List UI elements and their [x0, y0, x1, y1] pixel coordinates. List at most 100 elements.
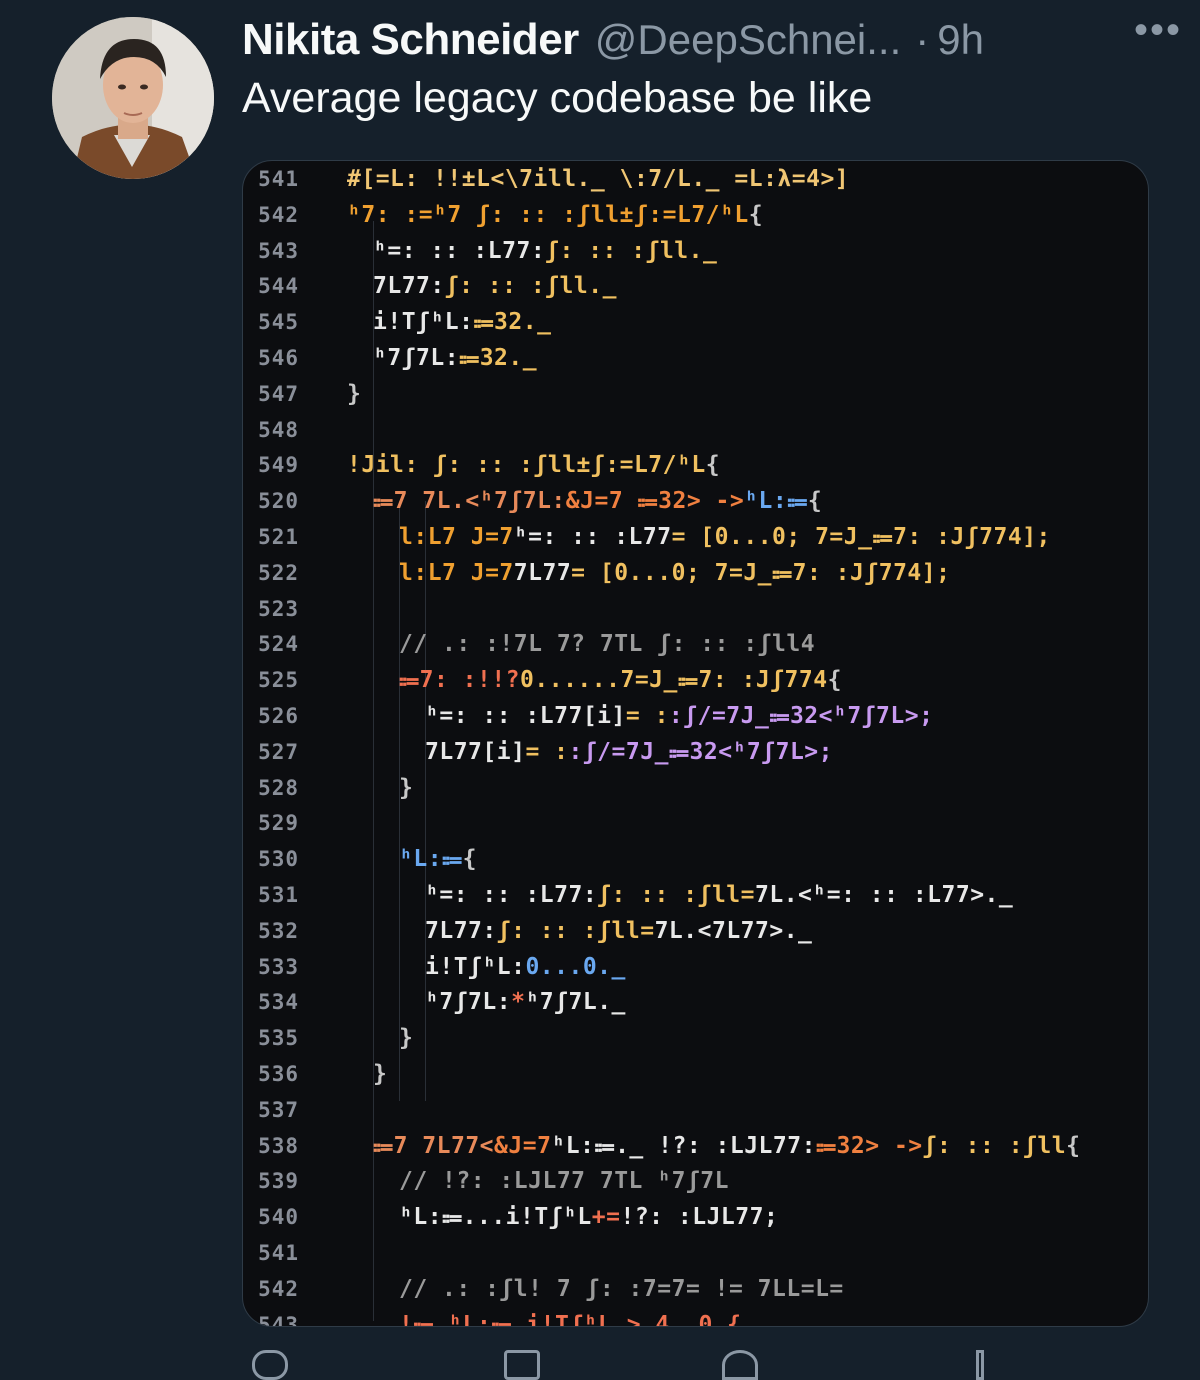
- code-token: ⩴32._: [473, 309, 552, 336]
- avatar-photo: [52, 17, 214, 179]
- code-line: 537: [243, 1092, 1148, 1128]
- code-line: 541 #[=L: !!±L<\7ill._ \:7/L._ =L:λ=4>]: [243, 161, 1148, 197]
- code-token: ʰ=: :: :L77[i]: [425, 703, 626, 729]
- code-line: 543 ʰ=: :: :L77: ʃ: :: :ʃll._: [243, 233, 1148, 269]
- code-token: ⩴32._: [459, 345, 538, 371]
- code-line: 545 i!TʃʰL: ⩴32._: [243, 304, 1148, 340]
- code-line: 547}: [243, 376, 1148, 412]
- code-line: 542 // .: :ʃl! 7 ʃ: :7=7= != 7LL=L=: [243, 1271, 1148, 1307]
- code-token: ʰ7ʃ7L:: [373, 345, 460, 371]
- line-number: 535: [258, 1026, 299, 1051]
- code-token: i!TʃʰL:: [373, 309, 474, 336]
- author-name[interactable]: Nikita Schneider: [242, 15, 579, 65]
- code-token: ʃ: :: :ʃll._: [444, 273, 617, 300]
- code-token: {: [807, 488, 823, 515]
- tweet-actions-bar: [242, 1346, 1147, 1380]
- code-line: 546 ʰ7ʃ7L: ⩴32._: [243, 340, 1148, 376]
- code-token: ʃ: :: :ʃll=: [496, 917, 655, 944]
- code-token: :ʃ/=7J_⩴32<ʰ7ʃ7L>;: [668, 703, 934, 729]
- share-icon[interactable]: [962, 1350, 992, 1380]
- code-line: 525 ⩴7: :!!? 0......7=J_⩴7: :Jʃ774 {: [243, 662, 1148, 698]
- code-token: ʰL:⩴...i!TʃʰL: [399, 1204, 592, 1231]
- code-token: ʰL:⩴: [399, 846, 463, 873]
- code-token: = :: [525, 738, 569, 765]
- code-line: 542 ʰ7: :=ʰ7 ʃ: :: :ʃll±ʃ:=L7/ʰL {: [243, 197, 1148, 233]
- code-line: 534 ʰ7ʃ7L: * ʰ7ʃ7L._: [243, 984, 1148, 1020]
- author-handle[interactable]: @DeepSchnei...: [595, 16, 901, 64]
- tweet-media-code-screenshot[interactable]: 541 #[=L: !!±L<\7ill._ \:7/L._ =L:λ=4>] 54…: [242, 160, 1149, 1327]
- code-token: l:L7 J=7: [399, 524, 514, 550]
- code-line: 536}: [243, 1056, 1148, 1092]
- line-number: 524: [258, 632, 299, 657]
- code-line: 527 7L77[i] = : :ʃ/=7J_⩴32<ʰ7ʃ7L>;: [243, 734, 1148, 770]
- code-token: #[=L: !!±L<\7ill._ \:7/L._ =L:λ=4>]: [347, 166, 850, 192]
- code-token: ʰ=: :: :L77: [513, 524, 672, 550]
- code-line: 523: [243, 591, 1148, 627]
- line-number: 523: [258, 596, 299, 621]
- code-token: }: [373, 1061, 388, 1087]
- code-line: 529: [243, 805, 1148, 841]
- author-avatar[interactable]: [52, 17, 214, 179]
- line-number: 543: [258, 1312, 299, 1327]
- line-number: 545: [258, 310, 299, 335]
- like-icon[interactable]: [722, 1350, 758, 1380]
- code-line: 548: [243, 412, 1148, 448]
- code-token: ʃ: :: :ʃll._: [545, 237, 718, 264]
- line-number: 522: [258, 560, 299, 585]
- code-token: ʰ7ʃ7L:: [425, 989, 512, 1016]
- line-number: 527: [258, 739, 299, 764]
- line-number: 541: [258, 1241, 299, 1265]
- line-number: 549: [258, 453, 299, 478]
- code-line: 540 ʰL:⩴...i!TʃʰL += !?: :LJL77;: [243, 1199, 1148, 1235]
- code-line: 538 ⩴7 7L77< &J=7 ʰL:⩴._ !?: :LJL77: ⩴32> …: [243, 1128, 1148, 1164]
- line-number: 538: [258, 1133, 299, 1158]
- code-line: 530 ʰL:⩴ {: [243, 841, 1148, 877]
- line-number: 547: [258, 381, 299, 406]
- line-number: 529: [258, 811, 299, 836]
- code-token: ⩴7 7L.<ʰ7ʃ7L:: [373, 488, 566, 515]
- reply-icon[interactable]: [252, 1350, 288, 1380]
- line-number: 528: [258, 775, 299, 800]
- code-line: 521 l:L7 J=7 ʰ=: :: :L77 = [0...0; 7=J_⩴7…: [243, 519, 1148, 555]
- code-line: 526 ʰ=: :: :L77[i] = : :ʃ/=7J_⩴32<ʰ7ʃ7L>;: [243, 698, 1148, 734]
- code-line: 543 !⩴ ʰL:⩴ i!TʃʰL > 4._0 {: [243, 1307, 1148, 1327]
- code-token: 7L77[i]: [425, 738, 526, 765]
- code-token: !⩴ ʰL:⩴ i!TʃʰL > 4._0 {: [399, 1311, 742, 1327]
- tweet-header: Nikita Schneider @DeepSchnei... · 9h: [242, 12, 1160, 68]
- line-number: 534: [258, 990, 299, 1015]
- code-token: ʰ=: :: :L77:: [425, 882, 598, 908]
- code-line: 532 7L77: ʃ: :: :ʃll= 7L.<7L77>._: [243, 913, 1148, 949]
- code-token: // .: :ʃl! 7 ʃ: :7=7= != 7LL=L=: [399, 1275, 844, 1302]
- code-token: ⩴32> ->: [815, 1132, 923, 1159]
- code-line: 528}: [243, 770, 1148, 806]
- code-token: :ʃ/=7J_⩴32<ʰ7ʃ7L>;: [568, 738, 833, 765]
- code-token: 7L.<7L77>._: [654, 917, 813, 944]
- line-number: 548: [258, 417, 299, 442]
- code-token: 7L77:: [425, 917, 497, 944]
- code-token: }: [399, 774, 414, 801]
- retweet-icon[interactable]: [504, 1350, 540, 1380]
- code-line: 539 // !?: :LJL77 7TL ʰ7ʃ7L: [243, 1163, 1148, 1199]
- tweet-time[interactable]: 9h: [937, 16, 984, 64]
- code-token: {: [705, 452, 721, 479]
- code-line: 535}: [243, 1020, 1148, 1056]
- line-number: 533: [258, 954, 299, 979]
- code-token: {: [748, 201, 764, 228]
- code-token: !Jil: ʃ: :: :ʃll±ʃ:=L7/ʰL: [347, 452, 706, 479]
- line-number: 531: [258, 883, 299, 907]
- code-token: }: [399, 1025, 414, 1052]
- code-line: 533 i!TʃʰL: 0...0._: [243, 949, 1148, 985]
- code-token: }: [347, 380, 362, 407]
- line-number: 521: [258, 525, 299, 549]
- more-options-icon[interactable]: •••: [1134, 8, 1182, 53]
- line-number: 543: [258, 238, 299, 263]
- code-line: 544 7L77: ʃ: :: :ʃll._: [243, 268, 1148, 304]
- line-number: 537: [258, 1097, 299, 1122]
- line-number: 542: [258, 1276, 299, 1301]
- line-number: 539: [258, 1169, 299, 1194]
- code-token: *: [511, 989, 526, 1016]
- tweet-text: Average legacy codebase be like: [242, 74, 873, 122]
- code-token: = [0...0; 7=J_⩴7: :Jʃ774];: [571, 559, 951, 586]
- line-number: 520: [258, 489, 299, 514]
- line-number: 542: [258, 202, 299, 227]
